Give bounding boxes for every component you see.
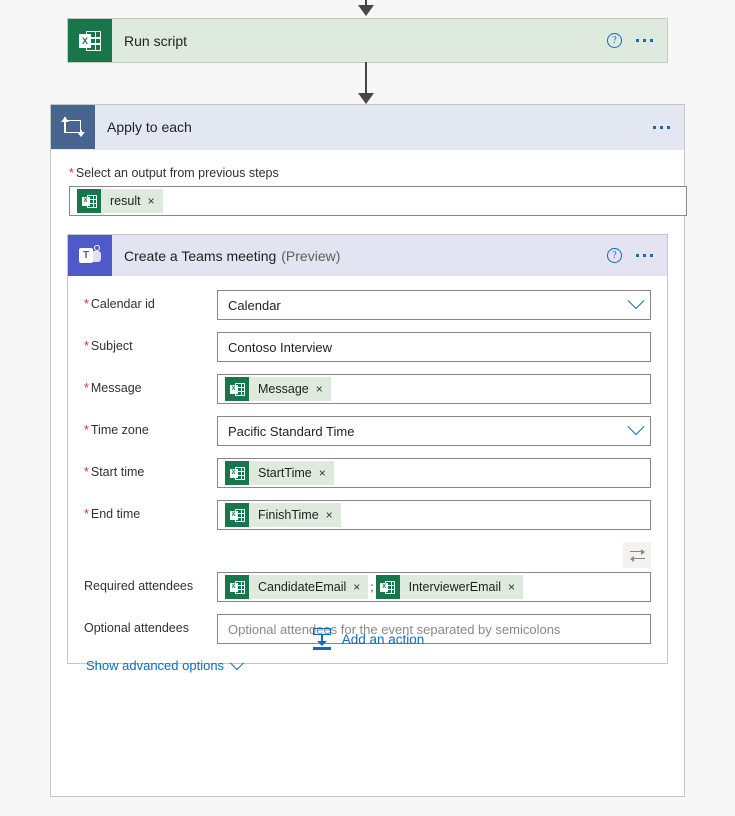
field-label: Required attendees bbox=[84, 579, 194, 593]
token-label: FinishTime bbox=[258, 508, 319, 522]
run-script-actions: ? bbox=[607, 19, 667, 62]
preview-tag: (Preview) bbox=[281, 247, 341, 264]
excel-icon: X bbox=[375, 575, 400, 599]
field-label: * Message bbox=[84, 381, 142, 395]
more-options-icon[interactable] bbox=[636, 39, 653, 42]
more-options-icon[interactable] bbox=[653, 125, 670, 129]
required-attendees-input[interactable]: X CandidateEmail × ; X InterviewerEmail … bbox=[217, 572, 651, 602]
teams-meeting-form: * Calendar id Calendar * Subject Contoso I… bbox=[68, 276, 667, 673]
action-card-create-teams-meeting: T Create a Teams meeting (Preview) ? * Ca… bbox=[67, 234, 668, 673]
swap-row bbox=[84, 542, 651, 568]
excel-icon: X bbox=[68, 19, 112, 62]
help-circle-icon[interactable]: ? bbox=[607, 248, 622, 263]
token-label: CandidateEmail bbox=[258, 580, 347, 594]
required-asterisk: * bbox=[84, 381, 89, 395]
add-action-button[interactable]: Add an action bbox=[0, 628, 735, 650]
excel-icon: X bbox=[225, 461, 249, 485]
close-icon[interactable]: × bbox=[148, 194, 163, 208]
connector-arrow-top bbox=[358, 0, 374, 16]
field-required-attendees: Required attendees X CandidateEmail × ; bbox=[84, 572, 651, 602]
end-time-input[interactable]: X FinishTime × bbox=[217, 500, 651, 530]
teams-meeting-header[interactable]: T Create a Teams meeting (Preview) ? bbox=[68, 235, 667, 276]
field-start-time: * Start time X StartTime × bbox=[84, 458, 651, 488]
token-label: result bbox=[110, 194, 141, 208]
excel-icon: X bbox=[77, 189, 101, 213]
swap-inputs-icon[interactable] bbox=[623, 542, 651, 568]
chevron-down-icon[interactable] bbox=[627, 418, 645, 436]
required-asterisk: * bbox=[84, 423, 89, 437]
close-icon[interactable]: × bbox=[319, 466, 334, 480]
field-label: * Time zone bbox=[84, 423, 149, 437]
run-script-title: Run script bbox=[124, 32, 188, 49]
field-label: * End time bbox=[84, 507, 141, 521]
field-value: Pacific Standard Time bbox=[228, 423, 355, 439]
apply-to-each-header[interactable]: Apply to each bbox=[51, 105, 684, 150]
token-message[interactable]: X Message × bbox=[225, 377, 331, 401]
flow-designer-canvas: X Run script ? Apply to each * Select an… bbox=[0, 0, 735, 816]
required-asterisk: * bbox=[84, 297, 89, 311]
connector-arrow-middle bbox=[358, 62, 374, 104]
start-time-input[interactable]: X StartTime × bbox=[217, 458, 651, 488]
more-options-icon[interactable] bbox=[636, 254, 653, 257]
token-label: InterviewerEmail bbox=[408, 580, 501, 594]
excel-icon: X bbox=[225, 575, 249, 599]
help-circle-icon[interactable]: ? bbox=[607, 33, 622, 48]
field-value: Calendar bbox=[228, 297, 281, 313]
apply-to-each-body: * Select an output from previous steps X … bbox=[51, 150, 687, 216]
apply-to-each-actions bbox=[653, 105, 684, 149]
close-icon[interactable]: × bbox=[316, 382, 331, 396]
action-card-run-script[interactable]: X Run script ? bbox=[67, 18, 668, 63]
field-calendar-id: * Calendar id Calendar bbox=[84, 290, 651, 320]
token-end-time[interactable]: X FinishTime × bbox=[225, 503, 341, 527]
apply-to-each-title: Apply to each bbox=[107, 119, 192, 135]
calendar-id-select[interactable]: Calendar bbox=[217, 290, 651, 320]
insert-below-icon bbox=[311, 628, 333, 650]
select-output-input[interactable]: X result × bbox=[69, 186, 687, 216]
required-asterisk: * bbox=[84, 465, 89, 479]
token-result[interactable]: X result × bbox=[77, 189, 163, 213]
field-label: * Calendar id bbox=[84, 297, 155, 311]
required-asterisk: * bbox=[84, 339, 89, 353]
show-advanced-options-row[interactable]: Show advanced options bbox=[84, 655, 651, 673]
chevron-down-icon[interactable] bbox=[229, 655, 245, 670]
chevron-down-icon[interactable] bbox=[627, 292, 645, 310]
teams-meeting-actions: ? bbox=[607, 235, 667, 276]
field-time-zone: * Time zone Pacific Standard Time bbox=[84, 416, 651, 446]
token-label: StartTime bbox=[258, 466, 312, 480]
token-interviewer-email[interactable]: X InterviewerEmail × bbox=[375, 575, 524, 599]
close-icon[interactable]: × bbox=[326, 508, 341, 522]
field-label: * Subject bbox=[84, 339, 133, 353]
teams-icon: T bbox=[68, 235, 112, 276]
required-asterisk: * bbox=[84, 507, 89, 521]
field-value: Contoso Interview bbox=[228, 339, 333, 355]
field-label: * Start time bbox=[84, 465, 145, 479]
teams-meeting-title: Create a Teams meeting (Preview) bbox=[124, 247, 341, 264]
excel-icon: X bbox=[225, 377, 249, 401]
close-icon[interactable]: × bbox=[353, 580, 368, 594]
add-action-label[interactable]: Add an action bbox=[342, 632, 425, 647]
token-start-time[interactable]: X StartTime × bbox=[225, 461, 334, 485]
field-subject: * Subject Contoso Interview bbox=[84, 332, 651, 362]
excel-icon: X bbox=[225, 503, 249, 527]
token-label: Message bbox=[258, 382, 309, 396]
time-zone-select[interactable]: Pacific Standard Time bbox=[217, 416, 651, 446]
loop-icon bbox=[51, 105, 95, 149]
token-separator: ; bbox=[370, 580, 374, 594]
select-output-label: * Select an output from previous steps bbox=[69, 166, 279, 180]
token-candidate-email[interactable]: X CandidateEmail × bbox=[225, 575, 369, 599]
field-message: * Message X Message × bbox=[84, 374, 651, 404]
required-asterisk: * bbox=[69, 166, 74, 180]
subject-input[interactable]: Contoso Interview bbox=[217, 332, 651, 362]
close-icon[interactable]: × bbox=[508, 580, 523, 594]
field-end-time: * End time X FinishTime × bbox=[84, 500, 651, 530]
message-input[interactable]: X Message × bbox=[217, 374, 651, 404]
show-advanced-options-link[interactable]: Show advanced options bbox=[86, 658, 224, 673]
